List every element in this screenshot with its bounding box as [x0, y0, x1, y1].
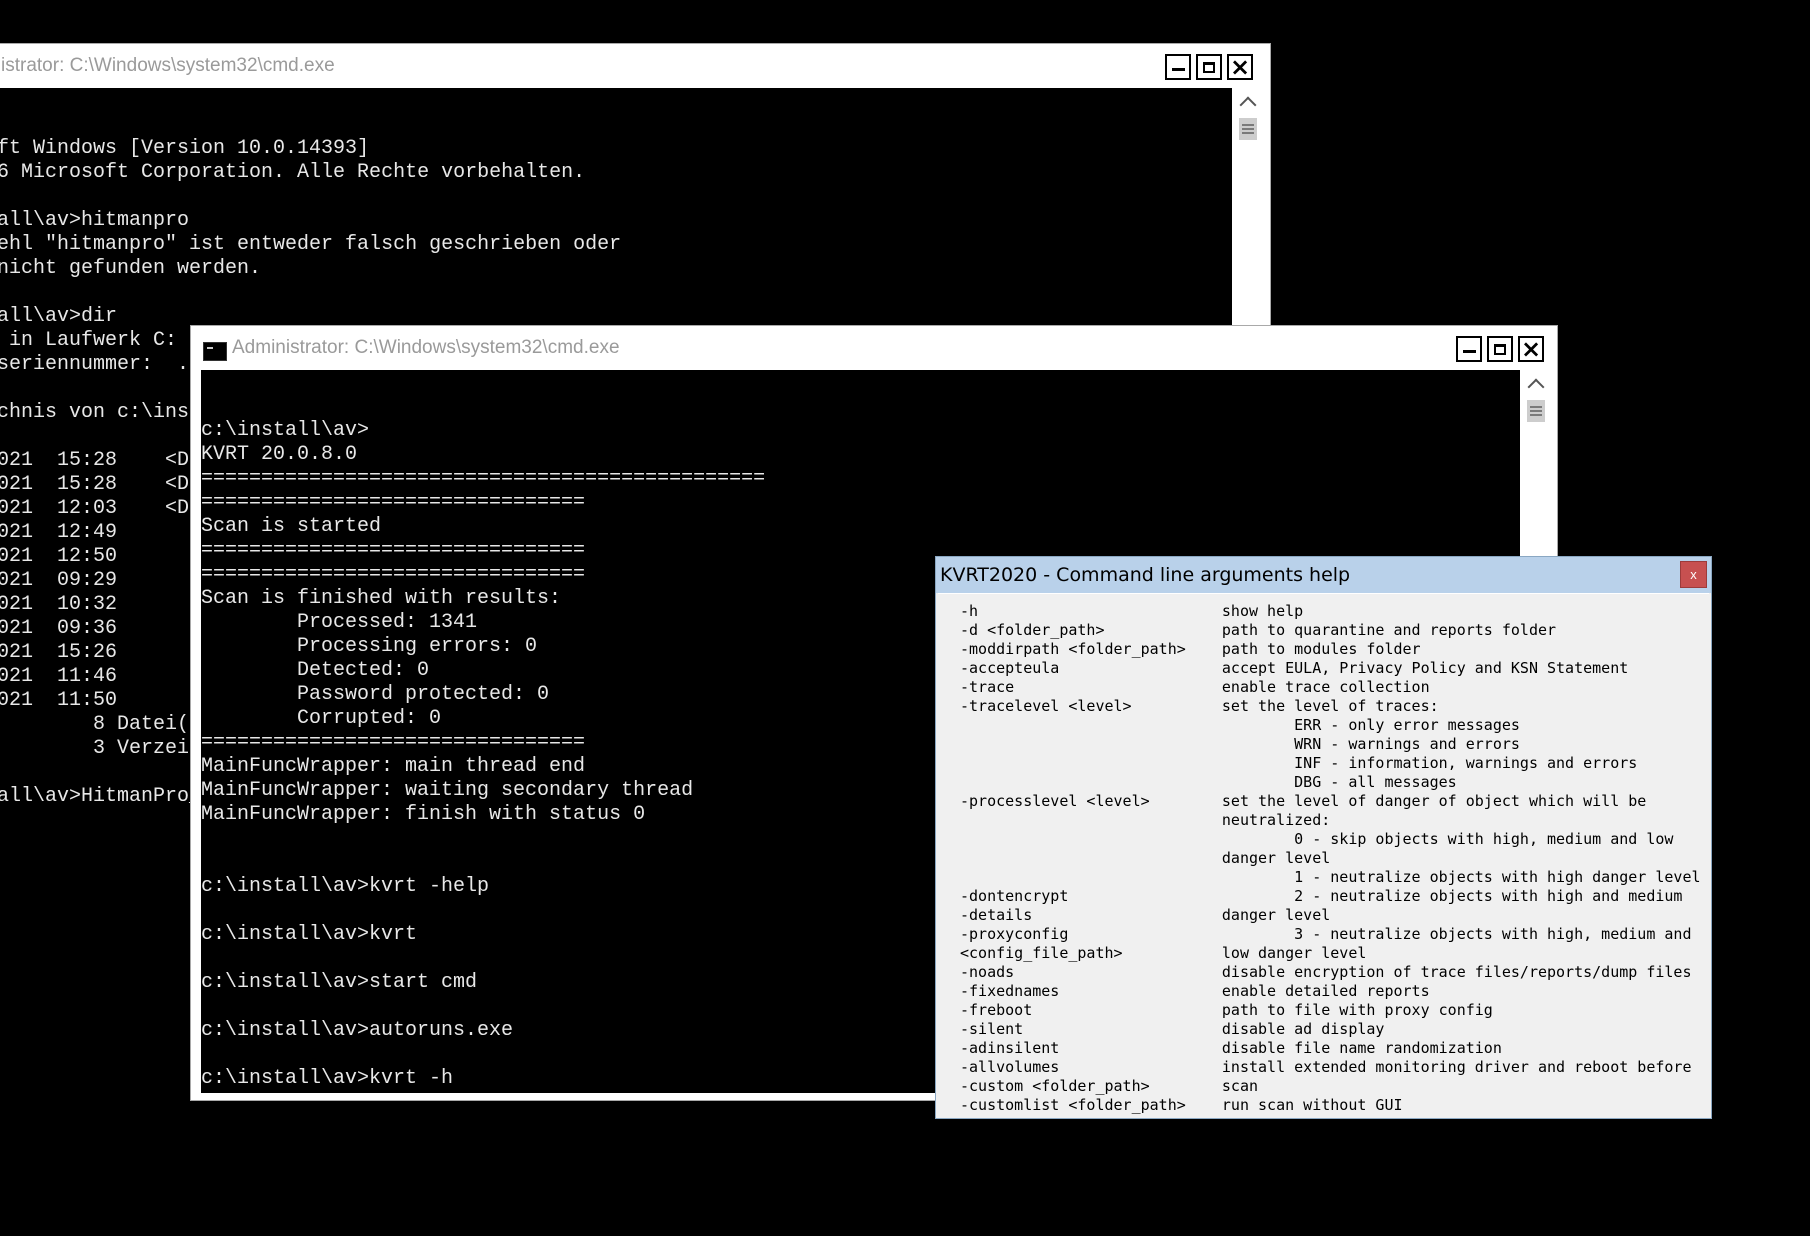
help-dialog-body: -h show help -d <folder_path> path to qua… [938, 593, 1709, 1116]
help-line: -silent disable ad display [960, 1020, 1385, 1038]
scroll-up-arrow-icon[interactable] [1521, 370, 1551, 398]
front-cmd-title: Administrator: C:\Windows\system32\cmd.e… [232, 337, 620, 358]
console-line: KVRT 20.0.8.0 [201, 443, 358, 466]
back-cmd-titlebar[interactable]: istrator: C:\Windows\system32\cmd.exe × [0, 44, 1270, 88]
help-line: -d <folder_path> path to quarantine and … [960, 621, 1557, 639]
help-line: 0 - skip objects with high, medium and l… [960, 830, 1674, 848]
help-line: -details danger level [960, 906, 1331, 924]
console-line: nicht gefunden werden. [0, 257, 262, 280]
help-line: danger level [960, 849, 1331, 867]
maximize-icon [1494, 343, 1506, 355]
help-dialog-title: KVRT2020 - Command line arguments help [940, 564, 1351, 586]
close-button[interactable]: × [1518, 336, 1544, 362]
close-button[interactable]: × [1227, 54, 1253, 80]
help-line: -fixednames enable detailed reports [960, 982, 1430, 1000]
back-cmd-title: istrator: C:\Windows\system32\cmd.exe [1, 55, 335, 76]
front-cmd-titlebar[interactable]: Administrator: C:\Windows\system32\cmd.e… [191, 326, 1557, 370]
help-line: WRN - warnings and errors [960, 735, 1520, 753]
scroll-thumb[interactable] [1239, 118, 1257, 140]
help-line: -accepteula accept EULA, Privacy Policy … [960, 659, 1629, 677]
close-icon: × [1229, 53, 1251, 81]
help-dialog-titlebar[interactable]: KVRT2020 - Command line arguments help x [936, 557, 1711, 593]
console-line: 6 Microsoft Corporation. Alle Rechte vor… [0, 161, 586, 184]
kvrt-help-dialog: KVRT2020 - Command line arguments help x… [935, 556, 1712, 1119]
minimize-icon [1171, 67, 1185, 71]
scroll-thumb[interactable] [1527, 400, 1545, 422]
help-line: -allvolumes install extended monitoring … [960, 1058, 1692, 1076]
maximize-button[interactable] [1487, 336, 1513, 362]
help-line: <config_file_path> low danger level [960, 944, 1367, 962]
help-line: -custom <folder_path> scan [960, 1077, 1259, 1095]
help-line: DBG - all messages [960, 773, 1457, 791]
cmd-icon [203, 342, 227, 361]
help-line: -trace enable trace collection [960, 678, 1430, 696]
console-line: c:\install\av> [201, 419, 370, 442]
help-line: -processlevel <level> set the level of d… [960, 792, 1647, 810]
help-text: -h show help -d <folder_path> path to qua… [960, 602, 1701, 1115]
help-line: -h show help [960, 602, 1304, 620]
console-line: ehl "hitmanpro" ist entweder falsch gesc… [0, 233, 622, 256]
close-button[interactable]: x [1680, 561, 1707, 588]
help-line: neutralized: [960, 811, 1331, 829]
help-line: -moddirpath <folder_path> path to module… [960, 640, 1421, 658]
help-line: ERR - only error messages [960, 716, 1520, 734]
console-line: ft Windows [Version 10.0.14393] [0, 137, 370, 160]
help-line: -adinsilent disable file name randomizat… [960, 1039, 1502, 1057]
scroll-up-arrow-icon[interactable] [1233, 88, 1263, 116]
help-line: -proxyconfig 3 - neutralize objects with… [960, 925, 1692, 943]
help-line: -freboot path to file with proxy config [960, 1001, 1493, 1019]
maximize-button[interactable] [1196, 54, 1222, 80]
console-line: ================================ [201, 491, 586, 514]
console-line: ========================================… [201, 467, 766, 490]
minimize-button[interactable] [1456, 336, 1482, 362]
minimize-button[interactable] [1165, 54, 1191, 80]
maximize-icon [1203, 61, 1215, 73]
close-icon: × [1520, 335, 1542, 363]
console-line: all\av>hitmanpro [0, 209, 190, 232]
help-line: -noads disable encryption of trace files… [960, 963, 1692, 981]
minimize-icon [1462, 349, 1476, 353]
help-line: 1 - neutralize objects with high danger … [960, 868, 1701, 886]
help-line: -dontencrypt 2 - neutralize objects with… [960, 887, 1683, 905]
help-line: -tracelevel <level> set the level of tra… [960, 697, 1439, 715]
help-line: INF - information, warnings and errors [960, 754, 1638, 772]
close-icon: x [1690, 567, 1697, 582]
help-line: -customlist <folder_path> run scan witho… [960, 1096, 1403, 1114]
console-line: Scan is started [201, 515, 382, 538]
